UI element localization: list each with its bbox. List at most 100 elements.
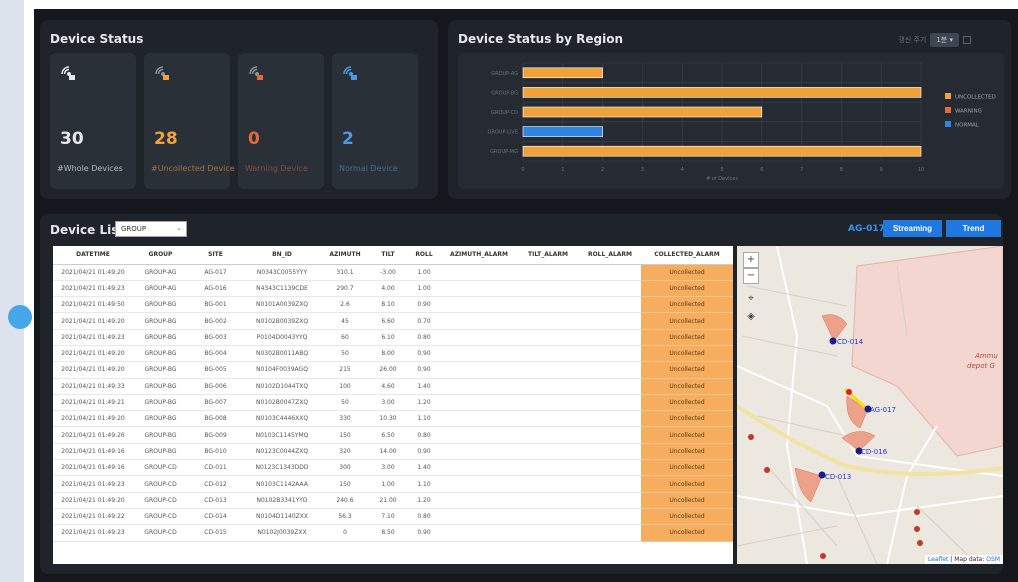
table-row[interactable]: 2021/04/21 01:49:20 GROUP-BG BG-002 N0102B0… — [53, 312, 733, 330]
table-cell — [517, 280, 579, 298]
table-cell: 2021/04/21 01:49:33 — [53, 378, 133, 395]
poi-marker[interactable] — [748, 434, 754, 440]
status-card-uncollected[interactable]: 28 #Uncollected Device — [144, 53, 235, 189]
column-header[interactable]: TILT_ALARM — [517, 246, 579, 265]
osm-link[interactable]: OSM — [986, 556, 1000, 563]
device-status-panel: Device Status 30 #Whole Devices 28 #Unco… — [40, 20, 438, 199]
table-cell: 2021/04/21 01:49:20 — [53, 492, 133, 509]
table-cell: 150 — [321, 426, 369, 444]
map-marker-cd-013[interactable]: CD-013 — [825, 473, 851, 481]
table-cell: BG-001 — [188, 296, 243, 314]
table-cell — [517, 312, 579, 330]
column-header[interactable]: BN_ID — [243, 246, 321, 265]
table-cell: GROUP-BG — [133, 426, 188, 444]
table-cell: GROUP-CD — [133, 524, 188, 542]
column-header[interactable]: SITE — [188, 246, 243, 265]
status-card-warning[interactable]: 0 Warning Device — [238, 53, 324, 189]
table-cell: 1.00 — [369, 475, 407, 493]
table-row[interactable]: 2021/04/21 01:49:33 GROUP-BG BG-006 N0102D1… — [53, 378, 733, 395]
table-row[interactable]: 2021/04/21 01:49:16 GROUP-BG BG-010 N0123C0… — [53, 443, 733, 461]
table-cell: 0 — [321, 524, 369, 542]
table-cell: BG-010 — [188, 443, 243, 461]
column-header[interactable]: ROLL_ALARM — [579, 246, 641, 265]
table-row[interactable]: 2021/04/21 01:49:20 GROUP-BG BG-005 N0104F0… — [53, 361, 733, 379]
x-tick-label: 6 — [760, 167, 763, 173]
poi-marker[interactable] — [914, 526, 920, 532]
table-cell — [517, 492, 579, 509]
map-marker-ag-017[interactable]: AG-017 — [870, 406, 896, 414]
table-cell: 45 — [321, 312, 369, 330]
table-cell: 4.00 — [369, 280, 407, 298]
table-body: 2021/04/21 01:49:20 GROUP-AG AG-017 N0343C0… — [53, 264, 733, 542]
table-cell — [517, 508, 579, 526]
x-tick-label: 3 — [641, 167, 644, 173]
table-row[interactable]: 2021/04/21 01:49:22 GROUP-CD CD-014 N0104D1… — [53, 508, 733, 526]
y-tick-label: GROUP-MG — [490, 149, 518, 155]
table-cell — [441, 312, 517, 330]
table-cell: N0102B0047ZXQ — [243, 394, 321, 412]
table-cell: 1.20 — [407, 394, 441, 412]
auto-refresh-checkbox[interactable] — [963, 36, 971, 44]
table-row[interactable]: 2021/04/21 01:49:23 GROUP-CD CD-012 N0103C1… — [53, 475, 733, 493]
table-cell: 10.30 — [369, 410, 407, 428]
poi-marker[interactable] — [914, 509, 920, 515]
table-cell: 50 — [321, 394, 369, 412]
map-canvas[interactable]: CD-014 AG-017 CD-016 CD-013 Ammu depot G — [737, 246, 1003, 564]
refresh-interval-select[interactable]: 1분 ▾ — [930, 33, 959, 47]
column-header[interactable]: TILT — [369, 246, 407, 265]
table-cell: 310.1 — [321, 264, 369, 281]
y-tick-label: GROUP-AG — [491, 71, 518, 77]
column-header[interactable]: ROLL — [407, 246, 441, 265]
device-table: DATETIME GROUP SITE BN_ID AZIMUTH TILT ROLL AZI… — [53, 246, 733, 542]
column-header[interactable]: GROUP — [133, 246, 188, 265]
trend-button[interactable]: Trend — [946, 220, 1001, 237]
column-header[interactable]: AZIMUTH — [321, 246, 369, 265]
table-cell: AG-017 — [188, 264, 243, 281]
table-row[interactable]: 2021/04/21 01:49:23 GROUP-AG AG-016 N4343C1… — [53, 280, 733, 298]
column-header[interactable]: AZIMUTH_ALARM — [441, 246, 517, 265]
table-cell: N0104D1140ZXX — [243, 508, 321, 526]
table-cell — [579, 410, 641, 428]
poi-marker[interactable] — [820, 553, 826, 559]
table-row[interactable]: 2021/04/21 01:49:20 GROUP-AG AG-017 N0343C0… — [53, 264, 733, 281]
table-cell — [579, 475, 641, 493]
locate-icon[interactable]: ⌖ — [743, 292, 759, 308]
map-marker-cd-016[interactable]: CD-016 — [861, 448, 888, 456]
table-cell: CD-013 — [188, 492, 243, 509]
warning-devices-label: Warning Device — [245, 164, 308, 173]
table-cell: N0104F0039AGQ — [243, 361, 321, 379]
table-row[interactable]: 2021/04/21 01:49:21 GROUP-BG BG-007 N0102B0… — [53, 394, 733, 412]
table-cell: Uncollected — [641, 345, 733, 363]
leaflet-link[interactable]: Leaflet — [928, 556, 948, 563]
group-filter-select[interactable]: GROUP ⌄ — [115, 221, 187, 237]
whole-devices-count: 30 — [60, 129, 84, 149]
table-row[interactable]: 2021/04/21 01:49:20 GROUP-BG BG-004 N0302B0… — [53, 345, 733, 363]
map-marker-cd-014[interactable]: CD-014 — [837, 338, 864, 346]
table-cell: 300 — [321, 459, 369, 477]
column-header[interactable]: COLLECTED_ALARM — [641, 246, 733, 265]
device-map[interactable]: CD-014 AG-017 CD-016 CD-013 Ammu depot G… — [737, 246, 1003, 564]
table-row[interactable]: 2021/04/21 01:49:23 GROUP-BG BG-003 P0104D0… — [53, 329, 733, 346]
zoom-out-button[interactable]: − — [743, 268, 759, 284]
layers-icon[interactable]: ◈ — [743, 310, 759, 326]
table-cell — [579, 394, 641, 412]
status-card-normal[interactable]: 2 Normal Device — [332, 53, 418, 189]
zoom-in-button[interactable]: + — [743, 252, 759, 268]
table-cell — [441, 475, 517, 493]
status-card-whole[interactable]: 30 #Whole Devices — [50, 53, 136, 189]
table-row[interactable]: 2021/04/21 01:49:23 GROUP-CD CD-015 N0102J0… — [53, 524, 733, 542]
table-row[interactable]: 2021/04/21 01:49:20 GROUP-CD CD-013 N0102B3… — [53, 492, 733, 509]
poi-marker[interactable] — [764, 467, 770, 473]
x-tick-label: 1 — [561, 167, 564, 173]
table-row[interactable]: 2021/04/21 01:49:26 GROUP-BG BG-009 N0103C1… — [53, 426, 733, 444]
table-cell: 0.90 — [407, 345, 441, 363]
bar-normal — [522, 126, 603, 137]
table-row[interactable]: 2021/04/21 01:49:50 GROUP-BG BG-001 N0101A0… — [53, 296, 733, 314]
column-header[interactable]: DATETIME — [53, 246, 133, 265]
table-cell: Uncollected — [641, 361, 733, 379]
table-row[interactable]: 2021/04/21 01:49:20 GROUP-BG BG-008 N0103C4… — [53, 410, 733, 428]
table-row[interactable]: 2021/04/21 01:49:16 GROUP-CD CD-011 N0123C1… — [53, 459, 733, 477]
poi-marker[interactable] — [917, 540, 923, 546]
sidebar-toggle-dot[interactable] — [8, 305, 32, 329]
streaming-button[interactable]: Streaming — [883, 220, 942, 237]
